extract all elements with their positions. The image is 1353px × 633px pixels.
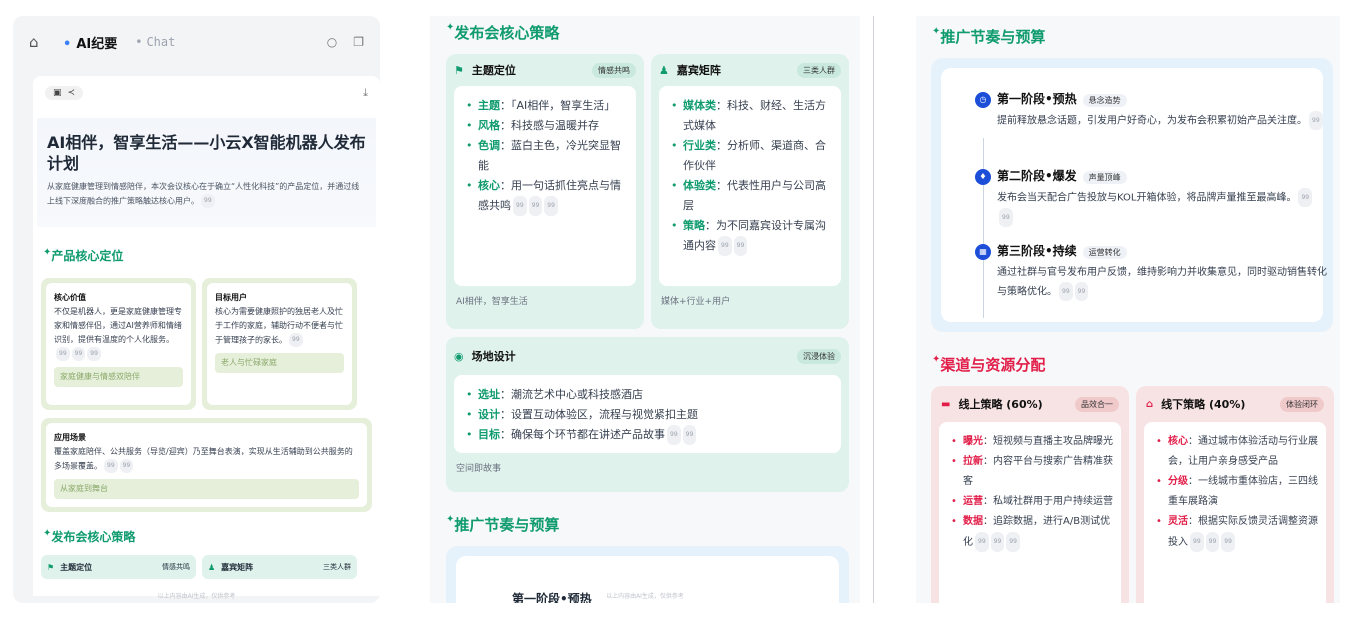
value-box: 核心价值 不仅是机器人，更是家庭健康管理专家和情感伴侣，通过AI营养师和情绪识别… [41,277,196,410]
flame-icon: ♦ [975,169,991,185]
offline-item: 灵活：根据实际反馈灵活调整资源投入999999 [1156,512,1318,553]
scenes-card: 应用场景 覆盖家庭陪伴、公共服务（导览/迎宾）乃至舞台表演，实现从生活辅助到公共… [46,422,367,507]
online-item: 曝光：短视频与直播主攻品牌曝光 [951,432,1113,452]
guests-item: 策略：为不同嘉宾设计专属沟通内容9999 [671,216,833,256]
theme-item: 核心：用一句话抓住亮点与情感共鸣999999 [466,176,628,216]
users-tag: 老人与忙碌家庭 [215,353,344,373]
doc-title: AI相伴，智享生活——小云X智能机器人发布计划 [47,133,366,173]
section-rhythm-preview: ✦推广节奏与预算 [446,514,560,534]
guests-item: 体验类：代表性用户与公司高层 [671,176,833,216]
tab-chat[interactable]: • Chat [135,35,175,49]
theme-item: 色调：蓝白主色，冷光突显智能 [466,136,628,176]
online-item: 拉新：内容平台与搜索广告精准获客 [951,452,1113,492]
offline-card: ⌂线下策略 (40%)体验闭环 核心：通过城市体验活动与行业展会，让用户亲身感受… [1136,386,1334,603]
venue-item: 目标：确保每个环节都在讲述产品故事9999 [466,425,833,445]
venue-foot: 空间即故事 [456,464,502,474]
online-item: 数据：追踪数据，进行A/B测试优化999999 [951,512,1113,553]
section-channels: ✦渠道与资源分配 [932,354,1046,374]
hero: AI相伴，智享生活——小云X智能机器人发布计划 从家庭健康管理到情感陪伴，本次会… [37,118,376,227]
venue-card: ◉场地设计沉浸体验 选址：潮流艺术中心或科技感酒店 设计：设置互动体验区，流程与… [446,337,849,492]
theme-mini: ⚑ 主题定位 情感共鸣 [41,555,196,579]
person-icon: ♟ [659,63,669,77]
scenes-box: 应用场景 覆盖家庭陪伴、公共服务（导览/迎宾）乃至舞台表演，实现从生活辅助到公共… [41,417,372,512]
toolbar: ▣ ≺ ⤓ [33,76,380,110]
flag-icon: ⚑ [454,63,464,77]
flag-icon: ⚑ [47,562,55,572]
positioning-row: 核心价值 不仅是机器人，更是家庭健康管理专家和情感伴侣，通过AI营养师和情绪识别… [41,277,372,410]
copy-icon[interactable]: ❐ [353,35,364,49]
ai-footnote: 以上内容由AI生成，仅供参考 [157,593,236,600]
users-card: 目标用户 核心为需要健康照护的独居老人及忙于工作的家庭，辅助行动不便者与忙于管理… [207,282,352,405]
theme-card: ⚑主题定位情感共鸣 主题：「AI相伴，智享生活」 风格：科技感与温暖并存 色调：… [446,54,644,329]
guests-item: 行业类：分析师、渠道商、合作伙伴 [671,136,833,176]
share-icon[interactable]: ≺ [68,88,76,98]
top-bar: ⌂ • AI纪要 • Chat ○ ❐ [13,16,380,68]
scenes-tag: 从家庭到舞台 [54,479,359,499]
guests-card: ♟嘉宾矩阵三类人群 媒体类：科技、财经、生活方式媒体 行业类：分析师、渠道商、合… [651,54,849,329]
home-icon[interactable]: ⌂ [29,33,51,51]
summary-card: ▣ ≺ ⤓ AI相伴，智享生活——小云X智能机器人发布计划 从家庭健康管理到情感… [33,76,380,596]
stage-3: ▦ 第三阶段•持续 运营转化 通过社群与官号发布用户反馈，维持影响力并收集意见，同… [975,242,1327,302]
stage-1: ◷ 第一阶段•预热 悬念造势 提前释放悬念话题，引发用户好奇心，为发布会积累初始产… [975,90,1327,131]
tab-ai-summary[interactable]: • AI纪要 [63,33,117,52]
location-icon: ◉ [454,349,464,363]
rhythm-panel: ✦推广节奏与预算 ◷ 第一阶段•预热 悬念造势 提前释放悬念话题，引发用户好奇心，… [916,16,1340,603]
venue-item: 设计：设置互动体验区，流程与视觉紧扣主题 [466,405,833,425]
image-icon[interactable]: ▣ [53,88,62,98]
section-launch: ✦发布会核心策略 [446,22,560,42]
calendar-icon: ▦ [975,244,991,260]
monitor-icon: ▬ [941,398,951,410]
doc-summary: 从家庭健康管理到情感陪伴，本次会议核心在于确立“人性化科技”的产品定位，并通过线… [47,180,366,209]
value-card: 核心价值 不仅是机器人，更是家庭健康管理专家和情感伴侣，通过AI营养师和情绪识别… [46,282,191,405]
offline-item: 核心：通过城市体验活动与行业展会，让用户亲身感受产品 [1156,432,1318,472]
section-launch-mini: ✦发布会核心策略 [43,528,136,544]
offline-badge: 体验闭环 [1280,396,1324,412]
users-box: 目标用户 核心为需要健康照护的独居老人及忙于工作的家庭，辅助行动不便者与忙于管理… [202,277,357,410]
online-card: ▬线上策略 (60%)品效合一 曝光：短视频与直播主攻品牌曝光 拉新：内容平台与… [931,386,1129,603]
venue-badge: 沉浸体验 [797,348,841,364]
app-root: ⌂ • AI纪要 • Chat ○ ❐ ▣ ≺ ⤓ AI相伴，智享生活——小云X智能… [0,0,1353,633]
section-rhythm: ✦推广节奏与预算 [932,26,1046,46]
person-icon: ♟ [208,562,216,572]
theme-foot: AI相伴，智享生活 [456,297,528,307]
section-positioning: ✦产品核心定位 [43,246,124,263]
rhythm-box: ◷ 第一阶段•预热 悬念造势 提前释放悬念话题，引发用户好奇心，为发布会积累初始产… [931,58,1333,332]
view-toggle[interactable]: ▣ ≺ [45,86,84,100]
venue-item: 选址：潮流艺术中心或科技感酒店 [466,385,833,405]
guests-mini: ♟ 嘉宾矩阵 三类人群 [202,555,357,579]
clock-icon: ◷ [975,92,991,108]
launch-mini-row: ⚑ 主题定位 情感共鸣 ♟ 嘉宾矩阵 三类人群 [41,555,372,579]
theme-item: 风格：科技感与温暖并存 [466,116,628,136]
guests-item: 媒体类：科技、财经、生活方式媒体 [671,96,833,136]
value-tag: 家庭健康与情感双陪伴 [54,367,183,387]
theme-badge: 情感共鸣 [592,62,636,78]
online-badge: 品效合一 [1075,396,1119,412]
timeline-line [983,138,984,318]
guests-foot: 媒体+行业+用户 [661,297,731,307]
theme-item: 主题：「AI相伴，智享生活」 [466,96,628,116]
launch-strategy-panel: ✦发布会核心策略 ⚑主题定位情感共鸣 主题：「AI相伴，智享生活」 风格：科技感… [430,16,860,603]
store-icon: ⌂ [1146,398,1154,410]
stage-2: ♦ 第二阶段•爆发 声量顶峰 发布会当天配合广告投放与KOL开箱体验，将品牌声量推… [975,167,1327,227]
column-divider [873,16,874,603]
offline-item: 分级：一线城市重体验店，三四线重车展路演 [1156,472,1318,512]
mobile-panel: ⌂ • AI纪要 • Chat ○ ❐ ▣ ≺ ⤓ AI相伴，智享生活——小云X智能… [13,16,380,603]
download-icon[interactable]: ⤓ [363,86,368,100]
refresh-icon[interactable]: ○ [327,35,337,49]
rhythm-inner: ◷ 第一阶段•预热 悬念造势 提前释放悬念话题，引发用户好奇心，为发布会积累初始产… [941,68,1327,322]
online-item: 运营：私域社群用于用户持续运营 [951,492,1113,512]
ai-footnote: 以上内容由AI生成，仅供参考 [606,593,684,600]
guests-badge: 三类人群 [797,62,841,78]
